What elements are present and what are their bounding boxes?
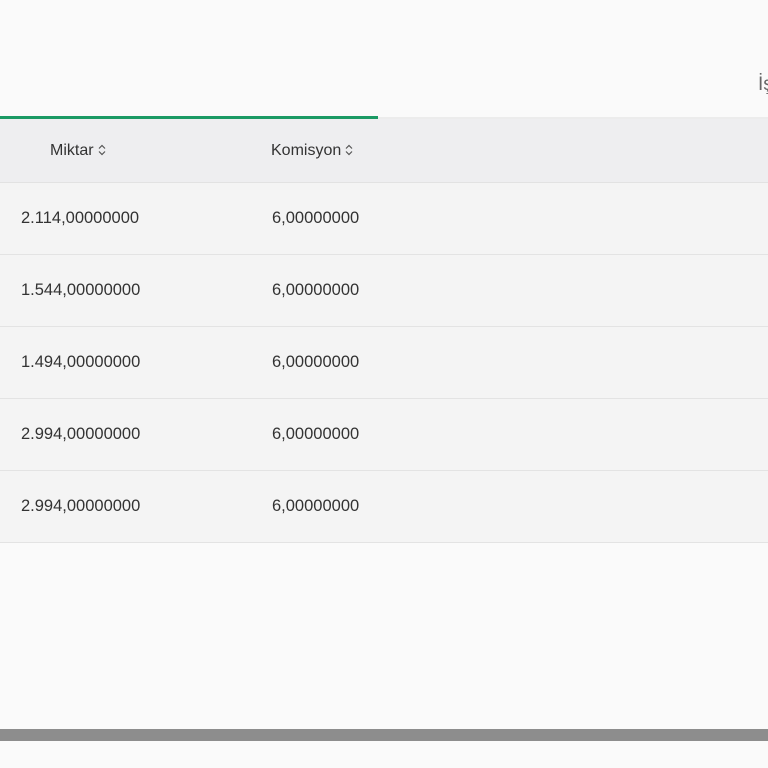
- table-row: 2.994,00000000 6,00000000: [0, 471, 768, 543]
- cell-komisyon: 6,00000000: [272, 353, 360, 371]
- cell-miktar: 2.994,00000000: [21, 497, 141, 515]
- table-header: Miktar Komisyon: [0, 119, 768, 183]
- table-row: 1.544,00000000 6,00000000: [0, 255, 768, 327]
- column-header-komisyon[interactable]: Komisyon: [271, 119, 353, 182]
- column-header-label: Miktar: [50, 142, 94, 159]
- cell-komisyon: 6,00000000: [272, 281, 360, 299]
- cell-miktar: 2.114,00000000: [21, 209, 140, 227]
- table-row: 2.994,00000000 6,00000000: [0, 399, 768, 471]
- cell-miktar: 2.994,00000000: [21, 425, 141, 443]
- data-table: Miktar Komisyon 2.114,00000000 6,0000000…: [0, 119, 768, 543]
- tab-bar: İş: [0, 0, 768, 119]
- column-header-label: Komisyon: [271, 142, 342, 159]
- scrollbar-thumb[interactable]: [0, 729, 768, 741]
- sort-icon[interactable]: [345, 144, 353, 156]
- column-header-miktar[interactable]: Miktar: [50, 119, 106, 182]
- tab-partial-label[interactable]: İş: [758, 74, 768, 96]
- cell-miktar: 1.494,00000000: [21, 353, 141, 371]
- cell-komisyon: 6,00000000: [272, 497, 360, 515]
- table-row: 1.494,00000000 6,00000000: [0, 327, 768, 399]
- cell-miktar: 1.544,00000000: [21, 281, 141, 299]
- sort-icon[interactable]: [98, 144, 106, 156]
- table-row: 2.114,00000000 6,00000000: [0, 183, 768, 255]
- page: İş Miktar Komisyon 2.114,00000000 6,0000…: [0, 0, 768, 768]
- horizontal-scrollbar[interactable]: [0, 729, 768, 741]
- cell-komisyon: 6,00000000: [272, 209, 360, 227]
- cell-komisyon: 6,00000000: [272, 425, 360, 443]
